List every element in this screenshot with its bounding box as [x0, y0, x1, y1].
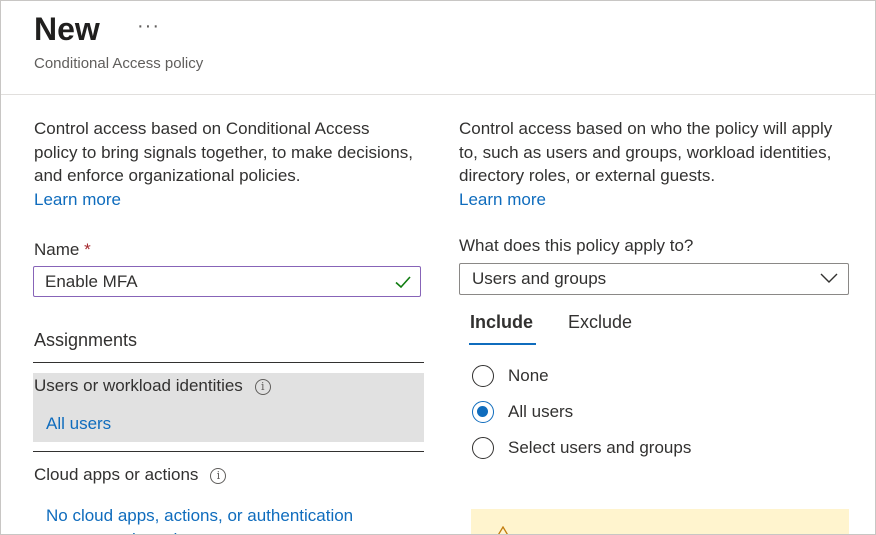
name-label: Name *	[34, 240, 91, 260]
required-mark: *	[84, 240, 91, 259]
radio-none-label[interactable]: None	[508, 366, 549, 386]
radio-none[interactable]	[472, 365, 494, 387]
cloud-label-line: Cloud apps or actions i	[34, 465, 227, 485]
chevron-down-icon	[820, 273, 838, 283]
radio-all-users-label[interactable]: All users	[508, 402, 573, 422]
warning-icon	[498, 526, 508, 534]
right-learn-more-link[interactable]: Learn more	[459, 190, 546, 209]
name-label-text: Name	[34, 240, 80, 259]
header-divider	[1, 94, 875, 95]
radio-select-users-label[interactable]: Select users and groups	[508, 438, 691, 458]
users-rule	[33, 451, 424, 452]
apply-dropdown[interactable]: Users and groups	[459, 263, 849, 295]
apply-dropdown-value: Users and groups	[472, 269, 607, 288]
policy-panel: New ··· Conditional Access policy Contro…	[0, 0, 876, 535]
right-description: Control access based on who the policy w…	[459, 119, 833, 185]
tab-include[interactable]: Include	[470, 312, 533, 333]
left-description-block: Control access based on Conditional Acce…	[34, 117, 414, 211]
left-description: Control access based on Conditional Acce…	[34, 119, 413, 185]
right-description-block: Control access based on who the policy w…	[459, 117, 839, 211]
tab-include-underline	[469, 343, 536, 345]
users-label-line: Users or workload identities i	[34, 376, 271, 396]
radio-select-users[interactable]	[472, 437, 494, 459]
cloud-label: Cloud apps or actions	[34, 465, 199, 484]
more-icon[interactable]: ···	[137, 15, 160, 38]
warning-banner	[471, 509, 849, 534]
apply-label: What does this policy apply to?	[459, 236, 694, 255]
name-input[interactable]	[34, 267, 385, 296]
users-value-link[interactable]: All users	[46, 414, 111, 434]
users-label: Users or workload identities	[34, 376, 243, 395]
radio-all-users[interactable]	[472, 401, 494, 423]
info-icon[interactable]: i	[254, 378, 271, 395]
cloud-value-link[interactable]: No cloud apps, actions, or authenticatio…	[46, 504, 396, 534]
page-title: New	[34, 11, 100, 47]
info-icon[interactable]: i	[210, 467, 227, 484]
page-subtitle: Conditional Access policy	[34, 55, 204, 72]
tab-exclude[interactable]: Exclude	[568, 312, 632, 333]
assignments-title: Assignments	[34, 330, 138, 350]
left-learn-more-link[interactable]: Learn more	[34, 190, 121, 209]
assignments-rule	[33, 362, 424, 363]
name-field[interactable]	[33, 266, 421, 297]
users-assignment-row[interactable]: Users or workload identities i All users	[33, 373, 424, 442]
checkmark-icon	[395, 276, 411, 289]
